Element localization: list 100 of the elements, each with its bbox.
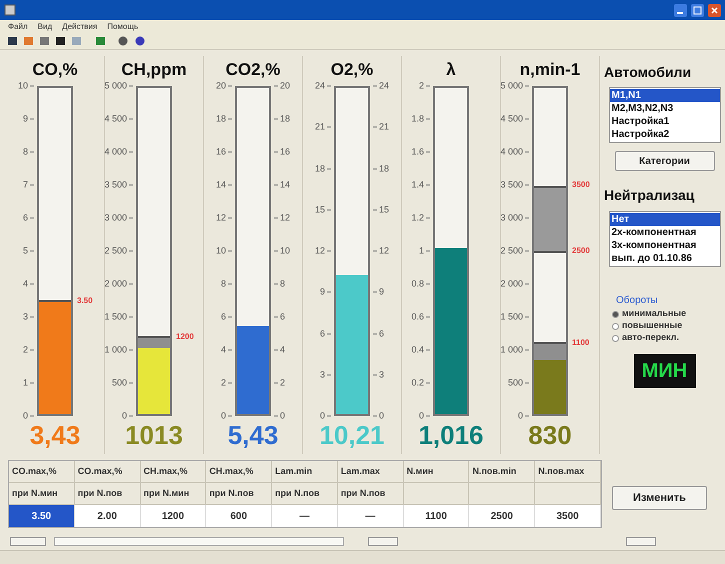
column-header: Lam.min: [272, 461, 338, 483]
gauge-value: 1013: [125, 419, 183, 452]
tick-label: 21: [314, 122, 325, 132]
menu-item[interactable]: Вид: [38, 22, 52, 30]
tick-label: 0: [280, 412, 286, 420]
table-cell[interactable]: 1100: [404, 505, 470, 527]
list-item[interactable]: M1,N1: [610, 89, 720, 102]
tick-label: 18: [280, 114, 290, 124]
tick-label: 3: [379, 370, 384, 380]
tick-label: 2 000: [500, 280, 523, 288]
list-item[interactable]: Настройка2: [610, 128, 720, 141]
tick-label: 16: [216, 148, 226, 156]
tick-label: 8: [280, 280, 286, 288]
list-item[interactable]: M2,M3,N2,N3: [610, 102, 720, 115]
tick-label: 6: [320, 329, 325, 338]
tick-label: 0: [122, 412, 127, 420]
tick-label: 12: [280, 214, 290, 222]
tick-label: 500: [508, 378, 523, 388]
radio-option[interactable]: минимальные: [612, 308, 725, 320]
menu-item[interactable]: Файл: [8, 22, 28, 30]
radio-button[interactable]: [612, 322, 619, 330]
section-heading: Автомобили: [604, 63, 692, 82]
radio-option[interactable]: повышенные: [612, 320, 725, 332]
tick-label: 10: [280, 246, 290, 256]
tick-label: 15: [314, 205, 325, 214]
tick-label: 14: [216, 180, 226, 190]
limit-label: 1200: [176, 332, 194, 341]
tick-label: 16: [280, 148, 290, 156]
tick-label: 8: [220, 280, 226, 288]
tick-label: 2 000: [104, 280, 127, 288]
small-button[interactable]: [368, 536, 398, 546]
list-item[interactable]: 2х-компонентная: [610, 226, 720, 239]
tick-label: 1 500: [104, 312, 127, 322]
table-cell[interactable]: 3.50: [9, 505, 75, 527]
tick-label: 24: [379, 82, 390, 90]
tick-label: 10: [216, 246, 226, 256]
tick-label: 0.4: [411, 346, 424, 354]
radio-button[interactable]: [612, 310, 619, 318]
categories-button[interactable]: Категории: [614, 151, 714, 171]
tick-label: 2: [280, 378, 286, 388]
gauge-title: CO2,%: [226, 59, 280, 81]
list-item[interactable]: вып. до 01.10.86: [610, 252, 720, 265]
table-cell[interactable]: —: [272, 505, 338, 527]
gauge-title: CO,%: [32, 59, 78, 81]
section-heading: Нейтрализац: [604, 186, 696, 205]
menu-item[interactable]: Действия: [62, 22, 98, 30]
limit-label: 1100: [572, 339, 590, 348]
gauge-value: 3,43: [30, 419, 80, 452]
radio-option[interactable]: авто-перекл.: [612, 332, 725, 344]
minimize-icon[interactable]: [674, 4, 687, 16]
small-button[interactable]: [626, 536, 656, 546]
table-cell[interactable]: 2.00: [74, 505, 141, 527]
gauge-value: 5,43: [228, 419, 278, 452]
input-field[interactable]: [54, 536, 344, 546]
list-item[interactable]: Нет: [610, 213, 720, 226]
small-button[interactable]: [10, 536, 46, 546]
tick-label: 5 000: [500, 82, 523, 90]
tick-label: 6: [22, 214, 28, 222]
tick-label: 1: [22, 378, 28, 388]
tick-label: 0: [22, 412, 28, 420]
tick-label: 3 000: [104, 214, 127, 222]
tick-label: 9: [320, 288, 325, 297]
tick-label: 5: [22, 246, 28, 256]
list-item[interactable]: Настройка1: [610, 115, 720, 128]
table-cell[interactable]: —: [338, 505, 404, 527]
tick-label: 0: [220, 412, 226, 420]
gauge-value: 10,21: [319, 419, 385, 452]
gauge-title: O2,%: [330, 59, 374, 81]
tick-label: 18: [379, 164, 390, 173]
tick-label: 1: [418, 246, 424, 256]
change-button[interactable]: Изменить: [612, 486, 707, 510]
limit-label: 2500: [572, 247, 590, 255]
tick-label: 6: [220, 312, 226, 322]
column-header: CO.max,%: [74, 461, 141, 483]
tick-label: 2: [220, 378, 226, 388]
table-cell[interactable]: 600: [206, 505, 272, 527]
tick-label: 2: [418, 82, 424, 90]
table-cell[interactable]: 1200: [140, 505, 206, 527]
tick-label: 3: [22, 312, 28, 322]
tick-label: 14: [280, 180, 290, 190]
menu-item[interactable]: Помощь: [107, 22, 138, 30]
maximize-icon[interactable]: [691, 4, 704, 16]
app-icon: [4, 4, 16, 16]
table-cell[interactable]: 2500: [469, 505, 536, 527]
list-item[interactable]: 3х-компонентная: [610, 239, 720, 252]
tick-label: 20: [280, 82, 290, 90]
tick-label: 12: [379, 246, 390, 256]
radio-button[interactable]: [612, 334, 619, 342]
tick-label: 9: [379, 288, 384, 297]
gauge-value: 830: [528, 419, 572, 452]
tick-label: 3 500: [104, 180, 127, 190]
tick-label: 1.6: [411, 148, 424, 156]
column-header: CH.max,%: [140, 461, 206, 483]
limit-label: 3500: [572, 181, 590, 189]
tick-label: 1.4: [411, 180, 424, 190]
table-cell[interactable]: 3500: [535, 505, 601, 527]
tick-label: 10: [18, 82, 28, 90]
gauge-title: n,min-1: [520, 59, 580, 81]
column-header: N.пов.max: [535, 461, 601, 483]
close-icon[interactable]: [708, 4, 721, 16]
